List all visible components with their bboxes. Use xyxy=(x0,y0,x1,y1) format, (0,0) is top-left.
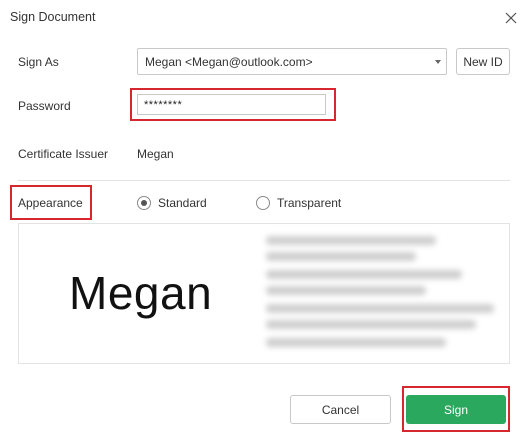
chevron-down-icon xyxy=(435,60,441,64)
new-id-button[interactable]: New ID xyxy=(456,48,510,75)
radio-standard-label: Standard xyxy=(158,196,207,210)
radio-transparent[interactable]: Transparent xyxy=(256,194,341,212)
radio-standard-circle[interactable] xyxy=(137,196,151,210)
radio-transparent-circle[interactable] xyxy=(256,196,270,210)
certificate-issuer-value: Megan xyxy=(137,147,174,161)
signature-preview-name: Megan xyxy=(69,267,213,319)
sign-as-value: Megan <Megan@outlook.com> xyxy=(145,55,313,69)
password-field[interactable] xyxy=(137,94,326,115)
sign-as-label: Sign As xyxy=(18,55,59,69)
certificate-issuer-label: Certificate Issuer xyxy=(18,147,109,161)
close-button[interactable] xyxy=(501,8,521,28)
dialog-title: Sign Document xyxy=(10,10,96,24)
sign-button[interactable]: Sign xyxy=(406,395,506,424)
radio-standard[interactable]: Standard xyxy=(137,194,207,212)
signature-preview: Megan xyxy=(18,223,510,364)
divider xyxy=(18,180,510,181)
appearance-label: Appearance xyxy=(18,196,83,210)
cancel-button[interactable]: Cancel xyxy=(290,395,391,424)
close-icon xyxy=(505,12,517,24)
sign-as-dropdown[interactable]: Megan <Megan@outlook.com> xyxy=(137,48,447,75)
password-label: Password xyxy=(18,99,71,113)
radio-transparent-label: Transparent xyxy=(277,196,342,210)
blurred-signature-details xyxy=(260,228,498,358)
